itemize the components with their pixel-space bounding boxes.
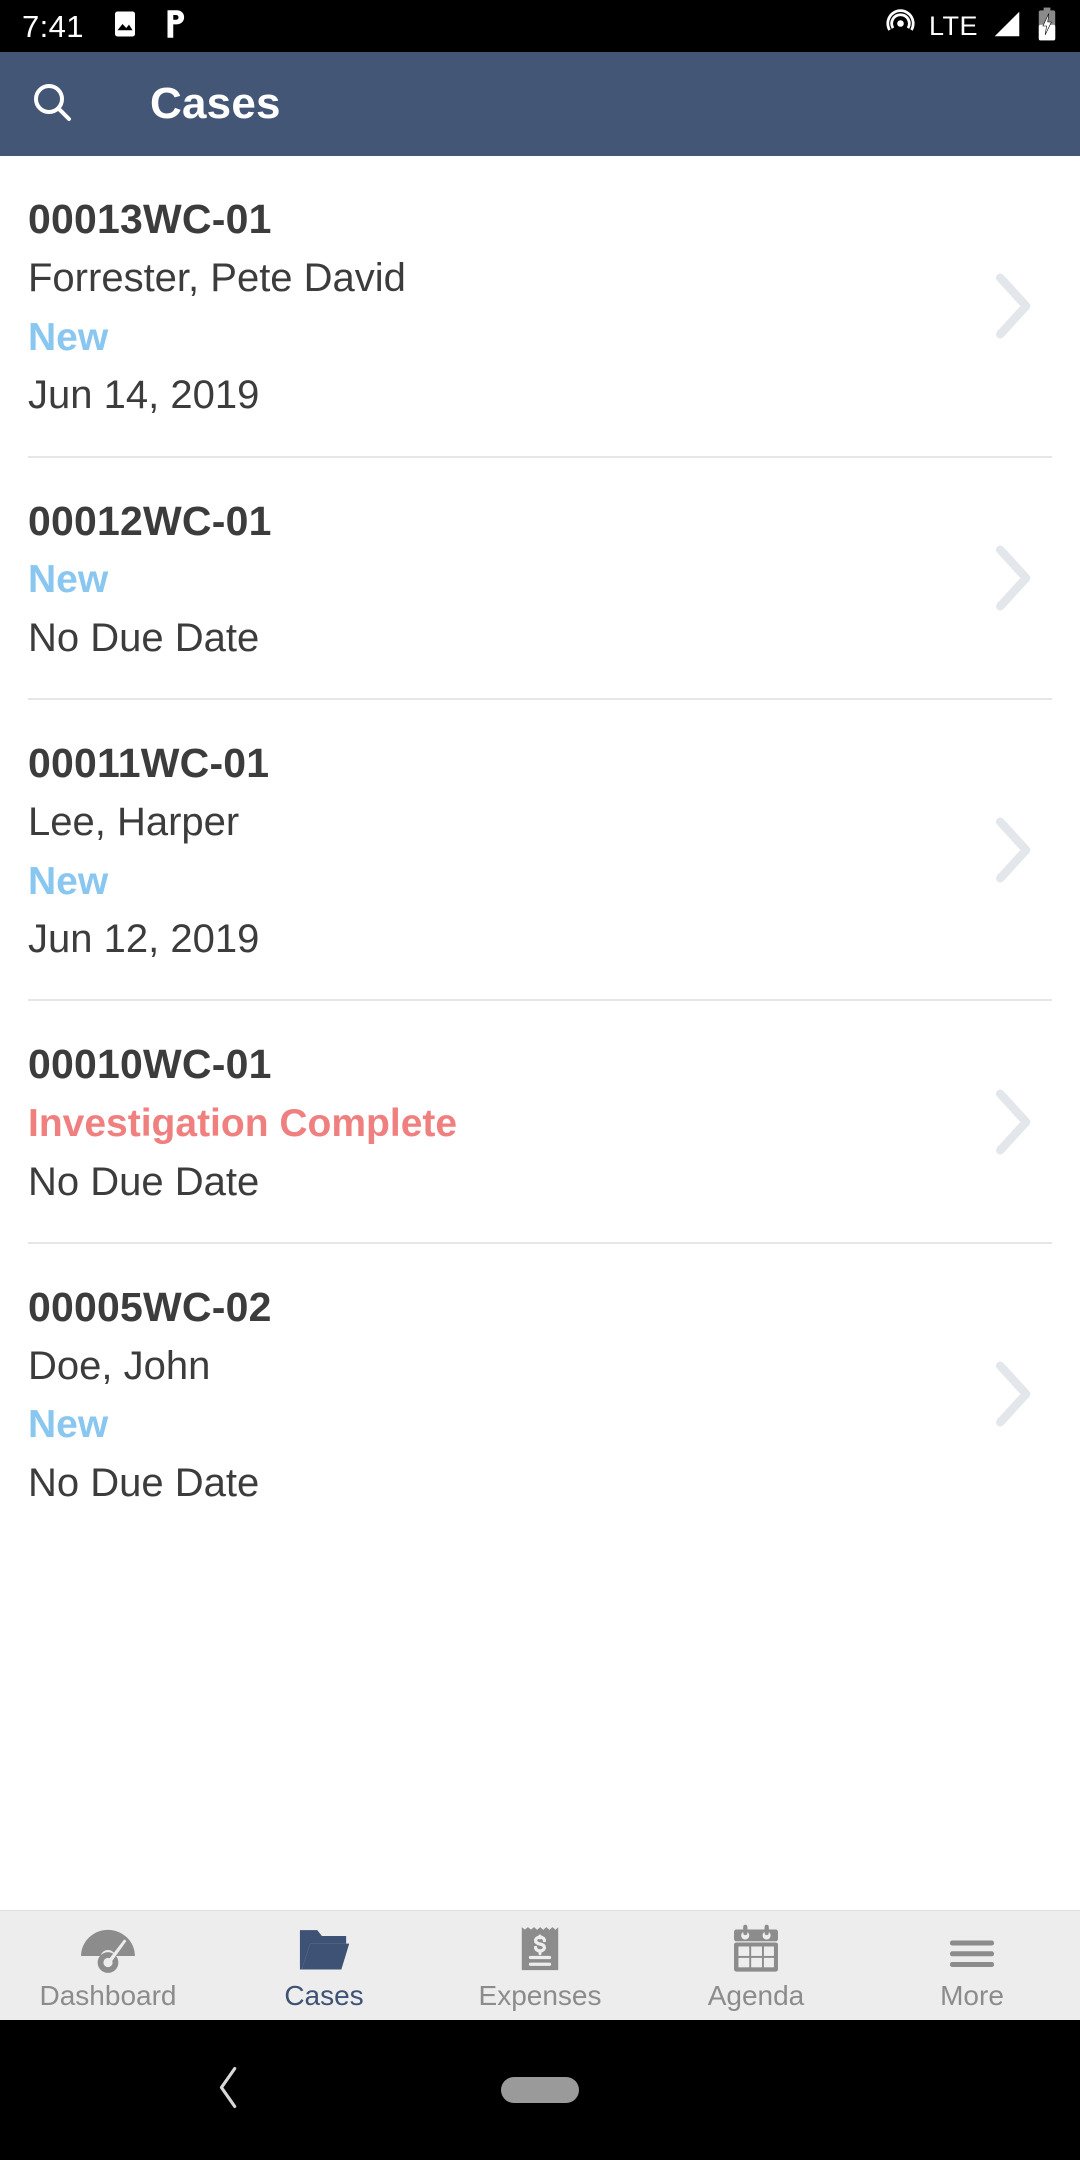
status-bar-notification-icons xyxy=(110,9,188,44)
tab-more[interactable]: More xyxy=(864,1911,1080,2020)
status-badge: Investigation Complete xyxy=(28,1101,458,1145)
tab-label: More xyxy=(940,1979,1004,2011)
pandora-p-icon xyxy=(162,9,188,44)
receipt-icon xyxy=(517,1922,563,1976)
case-item-texts: 00013WC-01 Forrester, Pete David New Jun… xyxy=(28,156,972,456)
search-button[interactable] xyxy=(0,52,104,156)
calendar-icon xyxy=(729,1922,783,1976)
case-item-texts: 00010WC-01 Investigation Complete No Due… xyxy=(28,1001,972,1241)
chevron-right-icon[interactable] xyxy=(972,810,1052,890)
tab-label: Expenses xyxy=(478,1979,602,2011)
back-chevron-icon[interactable] xyxy=(212,2063,246,2118)
network-type-label: LTE xyxy=(928,10,978,41)
case-item-texts: 00012WC-01 New No Due Date xyxy=(28,458,972,698)
chevron-right-icon[interactable] xyxy=(972,1082,1052,1162)
case-due-date: Jun 14, 2019 xyxy=(28,373,260,418)
signal-icon xyxy=(990,9,1024,44)
hotspot-icon xyxy=(884,7,917,45)
search-icon xyxy=(28,78,76,131)
bottom-tab-bar: Dashboard Cases Expenses Agenda More xyxy=(0,1910,1080,2020)
phone-screen: 7:41 LTE Cases 00013WC-01 Forrester, Pet… xyxy=(0,0,1080,2160)
case-due-date: No Due Date xyxy=(28,1461,260,1506)
case-due-date: Jun 12, 2019 xyxy=(28,917,260,962)
status-bar: 7:41 LTE xyxy=(0,0,1080,52)
case-id: 00010WC-01 xyxy=(28,1041,272,1088)
tab-agenda[interactable]: Agenda xyxy=(648,1911,864,2020)
chevron-right-icon[interactable] xyxy=(972,266,1052,346)
case-list[interactable]: 00013WC-01 Forrester, Pete David New Jun… xyxy=(0,156,1080,1910)
case-client: Lee, Harper xyxy=(28,800,240,845)
folder-icon xyxy=(297,1922,351,1976)
case-id: 00005WC-02 xyxy=(28,1283,272,1330)
home-pill-icon[interactable] xyxy=(501,2077,579,2103)
case-id: 00012WC-01 xyxy=(28,497,272,544)
case-item-texts: 00011WC-01 Lee, Harper New Jun 12, 2019 xyxy=(28,700,972,1000)
case-list-item[interactable]: 00005WC-02 Doe, John New No Due Date xyxy=(0,1244,1080,1544)
app-bar: Cases xyxy=(0,52,1080,156)
chevron-right-icon[interactable] xyxy=(972,538,1052,618)
gauge-icon xyxy=(77,1922,139,1976)
chevron-right-icon[interactable] xyxy=(972,1354,1052,1434)
case-list-item[interactable]: 00010WC-01 Investigation Complete No Due… xyxy=(0,1001,1080,1241)
tab-label: Dashboard xyxy=(39,1979,177,2011)
case-id: 00011WC-01 xyxy=(28,739,270,786)
tab-label: Agenda xyxy=(707,1979,805,2011)
hamburger-icon xyxy=(945,1922,999,1976)
status-badge: New xyxy=(28,315,109,359)
case-client: Forrester, Pete David xyxy=(28,256,406,301)
status-badge: New xyxy=(28,1403,109,1447)
tab-dashboard[interactable]: Dashboard xyxy=(0,1911,216,2020)
case-due-date: No Due Date xyxy=(28,1159,260,1204)
case-list-item[interactable]: 00012WC-01 New No Due Date xyxy=(0,458,1080,698)
case-list-item[interactable]: 00011WC-01 Lee, Harper New Jun 12, 2019 xyxy=(0,700,1080,1000)
image-icon xyxy=(110,9,140,44)
case-item-texts: 00005WC-02 Doe, John New No Due Date xyxy=(28,1244,972,1544)
tab-label: Cases xyxy=(284,1979,364,2011)
status-badge: New xyxy=(28,557,109,601)
tab-cases[interactable]: Cases xyxy=(216,1911,432,2020)
case-client: Doe, John xyxy=(28,1344,211,1389)
status-bar-clock: 7:41 xyxy=(22,8,84,44)
android-navigation-bar xyxy=(0,2020,1080,2160)
case-id: 00013WC-01 xyxy=(28,196,272,242)
tab-expenses[interactable]: Expenses xyxy=(432,1911,648,2020)
status-bar-system-icons: LTE xyxy=(884,7,1058,46)
page-title: Cases xyxy=(150,79,281,128)
case-due-date: No Due Date xyxy=(28,615,260,660)
battery-charging-icon xyxy=(1036,7,1058,46)
status-badge: New xyxy=(28,859,109,903)
case-list-item[interactable]: 00013WC-01 Forrester, Pete David New Jun… xyxy=(0,156,1080,456)
